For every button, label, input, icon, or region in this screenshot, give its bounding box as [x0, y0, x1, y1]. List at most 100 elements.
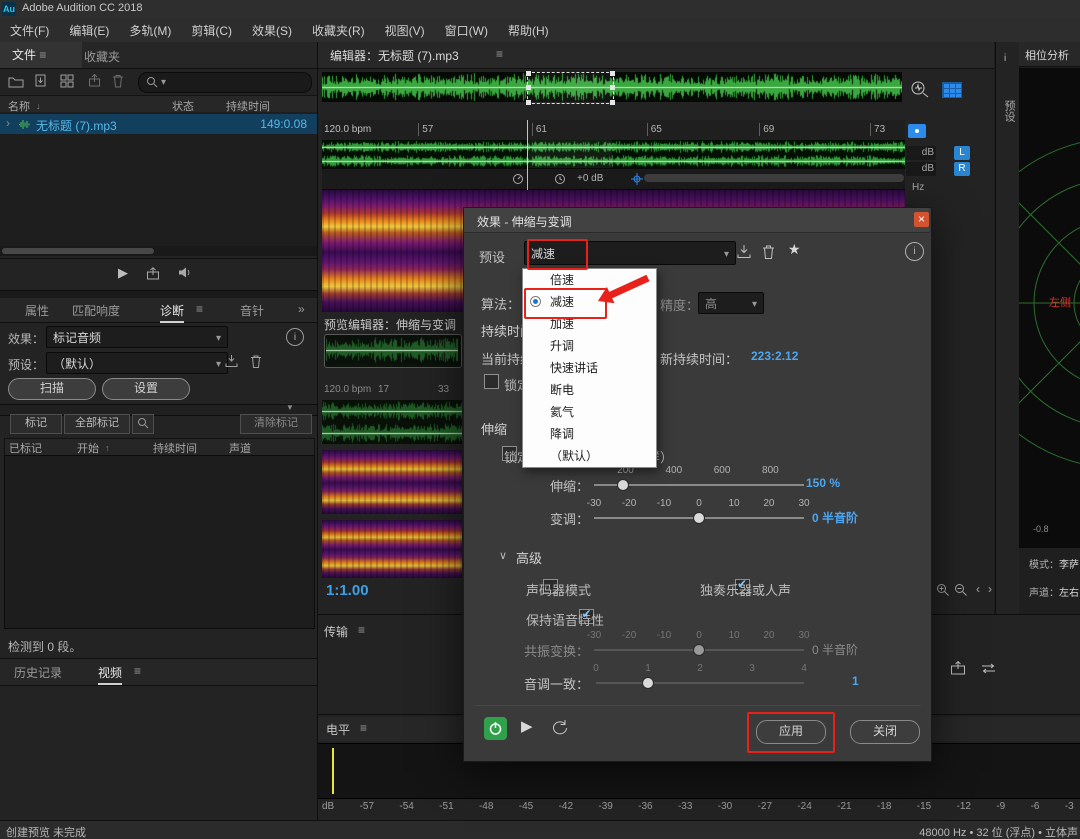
advanced-chevron-icon[interactable]: [499, 548, 507, 562]
gain-value[interactable]: +0 dB: [577, 173, 603, 184]
search-scope-caret-icon[interactable]: [161, 74, 166, 88]
info-icon[interactable]: [1004, 50, 1006, 64]
zoom-scrollbar[interactable]: [644, 174, 904, 182]
col-duration2[interactable]: 持续时间: [153, 440, 197, 456]
tab-history[interactable]: 历史记录: [14, 664, 62, 681]
hud-icon[interactable]: [908, 124, 926, 138]
tab-files[interactable]: 文件: [0, 42, 82, 68]
stretch-slider-handle[interactable]: [617, 479, 629, 491]
coherence-slider-handle[interactable]: [642, 677, 654, 689]
tab-audio[interactable]: 音针: [240, 302, 264, 319]
menu-item[interactable]: 文件(F): [0, 22, 59, 39]
timeline-ruler[interactable]: 120.0 bpm 5761656973: [322, 120, 905, 141]
menu-item[interactable]: 编辑(E): [59, 22, 119, 39]
snap-icon[interactable]: [630, 172, 644, 186]
scroll-left-icon[interactable]: [976, 582, 980, 596]
preset-option[interactable]: 降调: [523, 423, 656, 445]
left-channel-button[interactable]: L: [954, 146, 970, 160]
tab-video[interactable]: 视频: [98, 664, 122, 685]
diag-preset-select[interactable]: （默认）: [46, 352, 228, 374]
search-input[interactable]: [138, 72, 312, 93]
collapsed-preset-tab[interactable]: 预设: [1001, 100, 1017, 122]
menu-item[interactable]: 效果(S): [242, 22, 302, 39]
preview-waveform[interactable]: [322, 400, 462, 444]
save-preset-icon[interactable]: [736, 244, 752, 260]
lock-duration-checkbox[interactable]: [484, 374, 499, 389]
expand-chevron-icon[interactable]: [6, 116, 10, 130]
zoom-out-icon[interactable]: [954, 583, 968, 597]
export-panel-icon[interactable]: [950, 661, 966, 676]
settings-button[interactable]: 设置: [102, 378, 190, 400]
favorite-star-icon[interactable]: [788, 241, 801, 258]
scrollbar-thumb[interactable]: [2, 248, 154, 254]
dialog-titlebar[interactable]: 效果 - 伸缩与变调: [464, 208, 929, 233]
col-channel[interactable]: 声道: [229, 440, 251, 456]
tab-favorites[interactable]: 收藏夹: [84, 48, 120, 65]
preset-option[interactable]: （默认）: [523, 445, 656, 467]
coherence-slider-track[interactable]: [596, 682, 804, 684]
media-browser-icon[interactable]: [60, 74, 74, 88]
formant-slider-handle[interactable]: [693, 644, 705, 656]
precision-select[interactable]: 高: [698, 292, 764, 314]
panel-menu-icon[interactable]: [134, 664, 141, 678]
import-file-icon[interactable]: [34, 74, 48, 88]
menu-item[interactable]: 剪辑(C): [181, 22, 242, 39]
scroll-right-icon[interactable]: [988, 582, 992, 596]
save-preset-icon[interactable]: [224, 354, 239, 369]
pitch-slider-handle[interactable]: [693, 512, 705, 524]
right-channel-button[interactable]: R: [954, 162, 970, 176]
file-row[interactable]: 无标题 (7).mp3 149:0.08: [0, 114, 317, 134]
info-icon[interactable]: [905, 242, 924, 261]
clear-markers-button[interactable]: 清除标记: [240, 414, 312, 434]
open-folder-icon[interactable]: [8, 75, 24, 88]
preset-option[interactable]: 快速讲话: [523, 357, 656, 379]
menu-item[interactable]: 多轨(M): [119, 22, 181, 39]
export-icon[interactable]: [88, 74, 101, 88]
clock-icon[interactable]: [554, 173, 567, 186]
menu-item[interactable]: 窗口(W): [435, 22, 498, 39]
preset-option[interactable]: 氦气: [523, 401, 656, 423]
panel-menu-icon[interactable]: [358, 623, 365, 637]
swap-arrows-icon[interactable]: [980, 661, 998, 676]
tab-properties[interactable]: 属性: [25, 302, 49, 319]
loop-icon[interactable]: [550, 719, 570, 737]
close-button[interactable]: 关闭: [850, 720, 920, 744]
preset-option[interactable]: 断电: [523, 379, 656, 401]
phase-channel-row[interactable]: 声道：左右: [1029, 584, 1079, 599]
speaker-icon[interactable]: [178, 266, 193, 279]
spectral-display-icon[interactable]: [942, 82, 962, 98]
loop-export-icon[interactable]: [146, 267, 160, 281]
all-markers-button[interactable]: 全部标记: [64, 414, 130, 434]
menu-item[interactable]: 帮助(H): [498, 22, 559, 39]
phase-mode-row[interactable]: 模式：李萨茹: [1029, 556, 1079, 571]
delete-preset-icon[interactable]: [250, 354, 262, 369]
zoom-in-icon[interactable]: [936, 583, 950, 597]
advanced-section-header[interactable]: 高级: [516, 548, 542, 567]
marker-search-button[interactable]: [132, 414, 154, 434]
panel-menu-icon[interactable]: [196, 302, 203, 316]
scan-button[interactable]: 扫描: [8, 378, 96, 400]
collapse-icon[interactable]: ▼: [286, 403, 294, 412]
effect-select[interactable]: 标记音频: [46, 326, 228, 348]
preview-overview[interactable]: [324, 334, 462, 368]
stereo-waveform[interactable]: [322, 140, 905, 168]
menu-item[interactable]: 视图(V): [375, 22, 435, 39]
col-start[interactable]: 开始: [77, 440, 99, 456]
panel-menu-icon[interactable]: [496, 47, 503, 61]
panel-menu-icon[interactable]: [360, 721, 367, 735]
volume-knob-icon[interactable]: [512, 173, 525, 186]
panel-menu-icon[interactable]: [39, 48, 46, 62]
col-marked[interactable]: 已标记: [9, 440, 42, 456]
info-icon[interactable]: [286, 328, 304, 346]
phase-scope[interactable]: 左侧: [1019, 68, 1080, 548]
play-icon[interactable]: ▶: [118, 265, 128, 281]
preview-play-icon[interactable]: ▶: [521, 717, 533, 735]
delete-preset-icon[interactable]: [762, 244, 775, 260]
trash-icon[interactable]: [112, 74, 124, 88]
dialog-close-icon[interactable]: [914, 212, 929, 227]
marker-button[interactable]: 标记: [10, 414, 62, 434]
tab-diagnostics[interactable]: 诊断: [160, 302, 184, 323]
markers-list[interactable]: [4, 455, 315, 629]
more-tabs-icon[interactable]: »: [298, 302, 305, 316]
effect-power-toggle[interactable]: [484, 717, 507, 740]
